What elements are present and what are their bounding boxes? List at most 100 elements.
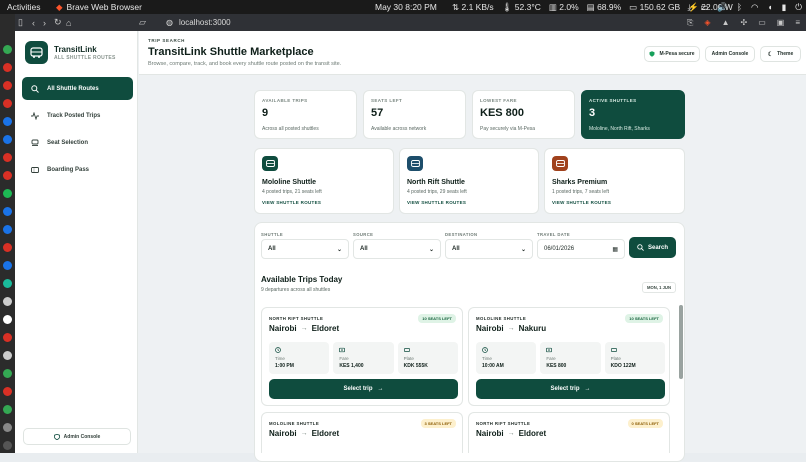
back-icon[interactable]: ‹: [32, 18, 35, 28]
theme-toggle-button[interactable]: ☾ Theme: [760, 46, 801, 62]
dock-app-icon[interactable]: [3, 333, 12, 342]
home-icon[interactable]: ⌂: [66, 18, 71, 28]
bus-icon: [552, 156, 568, 171]
clock[interactable]: May 30 8:20 PM: [375, 2, 437, 12]
sidebar-item-all-shuttle-routes[interactable]: All Shuttle Routes: [22, 77, 133, 100]
forward-icon[interactable]: ›: [43, 18, 46, 28]
dock-app-icon[interactable]: [3, 63, 12, 72]
select-trip-label: Select trip: [343, 386, 373, 392]
shuttle-select[interactable]: All ⌄: [261, 239, 349, 259]
brave-icon: ◆: [56, 1, 63, 12]
travel-date-value: 06/01/2026: [544, 246, 575, 252]
sidebar-icon[interactable]: ▭: [758, 18, 766, 28]
system-tray[interactable]: ⤓ ▭ 🔊 ᛒ ◠ ◖ ▮ ⏻: [688, 2, 802, 13]
brand-name: TransitLink: [54, 44, 97, 54]
dock-app-icon[interactable]: [3, 405, 12, 414]
page-title: TransitLink Shuttle Marketplace: [148, 46, 314, 58]
dock-app-icon[interactable]: [3, 99, 12, 108]
bus-icon: [407, 156, 423, 171]
site-info-icon[interactable]: ◍: [166, 18, 173, 27]
wifi-icon[interactable]: ◠: [751, 2, 758, 13]
battery-icon[interactable]: ▮: [782, 2, 787, 13]
sidebar-toggle-icon[interactable]: ▯: [18, 17, 23, 28]
stat-card-active-shuttles: ACTIVE SHUTTLES 3 Mololine, North Rift, …: [581, 90, 685, 139]
dock-app-icon[interactable]: [3, 243, 12, 252]
chevron-down-icon: ⌄: [520, 246, 526, 253]
trips-scrollbar[interactable]: [679, 305, 683, 379]
available-trips-subtitle: 9 departures across all shuttles: [261, 287, 331, 293]
travel-date-input[interactable]: 06/01/2026 ▦: [537, 239, 625, 259]
view-shuttle-routes-link[interactable]: VIEW SHUTTLE ROUTES: [407, 200, 466, 205]
view-shuttle-routes-link[interactable]: VIEW SHUTTLE ROUTES: [552, 200, 611, 205]
shuttle-card-north-rift[interactable]: North Rift Shuttle 4 posted trips, 29 se…: [399, 148, 539, 214]
dock-app-icon[interactable]: [3, 279, 12, 288]
arrow-right-icon: →: [507, 430, 515, 437]
select-trip-label: Select trip: [550, 386, 580, 392]
trip-shuttle-name: MOLOLINE SHUTTLE: [269, 421, 320, 426]
stat-value: 9: [262, 107, 269, 119]
app-menu[interactable]: ◆ Brave Web Browser: [56, 2, 142, 13]
route-destination: Eldoret: [518, 429, 547, 438]
bus-logo-icon: [25, 41, 48, 64]
admin-console-button[interactable]: Admin Console: [705, 46, 755, 62]
dock-app-icon[interactable]: [3, 315, 12, 324]
arrow-right-icon: →: [377, 386, 384, 392]
bookmark-icon[interactable]: ▱: [139, 17, 146, 28]
dock-app-icon[interactable]: [3, 261, 12, 270]
shuttle-card-sharks-premium[interactable]: Sharks Premium 1 posted trips, 7 seats l…: [544, 148, 685, 214]
dock-app-icon[interactable]: [3, 297, 12, 306]
sidebar-item-boarding-pass[interactable]: Boarding Pass: [22, 158, 133, 181]
activities-button[interactable]: Activities: [7, 2, 41, 12]
time-label: Time: [482, 356, 492, 361]
download-icon[interactable]: ⤓: [688, 2, 692, 13]
search-button[interactable]: Search: [629, 237, 676, 258]
dock-app-icon[interactable]: [3, 351, 12, 360]
dock-app-icon[interactable]: [3, 423, 12, 432]
destination-select[interactable]: All ⌄: [445, 239, 533, 259]
dock-app-icon[interactable]: [3, 45, 12, 54]
dock-app-icon[interactable]: [3, 171, 12, 180]
extensions-icon[interactable]: ✣: [741, 18, 748, 28]
dock-app-icon[interactable]: [3, 81, 12, 90]
browser-actions: ⎘ ◈ ▲ ✣ ▭ ▣ ≡: [687, 18, 800, 28]
volume-icon[interactable]: 🔊: [717, 2, 728, 13]
cpu-usage: ▥ 2.0%: [548, 1, 579, 12]
mpesa-secure-badge[interactable]: M-Pesa secure: [644, 46, 700, 62]
trip-time-box: Time 10:00 AM: [476, 342, 537, 374]
menu-icon[interactable]: ≡: [795, 18, 800, 28]
calendar-icon[interactable]: ▦: [612, 246, 618, 253]
stat-label: LOWEST FARE: [480, 98, 517, 103]
filter-label-travel-date: TRAVEL DATE: [537, 232, 571, 237]
brand[interactable]: TransitLink ALL SHUTTLE ROUTES: [25, 41, 116, 64]
share-icon[interactable]: ⎘: [687, 18, 693, 28]
sidebar-item-seat-selection[interactable]: Seat Selection: [22, 131, 133, 154]
address-bar[interactable]: ◍ localhost:3000: [166, 16, 566, 29]
route-destination: Nakuru: [518, 324, 547, 333]
dock-app-icon[interactable]: [3, 135, 12, 144]
sidebar-item-track-posted-trips[interactable]: Track Posted Trips: [22, 104, 133, 127]
stat-card-available-trips: AVAILABLE TRIPS 9 Across all posted shut…: [254, 90, 357, 139]
power-icon[interactable]: ⏻: [795, 2, 802, 13]
dock-app-icon[interactable]: [3, 207, 12, 216]
seat-icon: [31, 139, 39, 146]
dock-app-icon[interactable]: [3, 225, 12, 234]
view-shuttle-routes-link[interactable]: VIEW SHUTTLE ROUTES: [262, 200, 321, 205]
dock-app-icon[interactable]: [3, 189, 12, 198]
wallet-icon[interactable]: ▣: [777, 18, 785, 28]
bluetooth-icon[interactable]: ᛒ: [737, 2, 742, 12]
dock-app-icon[interactable]: [3, 369, 12, 378]
dock-app-icon[interactable]: [3, 153, 12, 162]
rewards-icon[interactable]: ▲: [722, 18, 730, 28]
shuttle-card-mololine[interactable]: Mololine Shuttle 4 posted trips, 21 seat…: [254, 148, 394, 214]
select-trip-button[interactable]: Select trip →: [476, 379, 665, 399]
brave-shields-icon[interactable]: ◈: [704, 18, 710, 28]
sidebar-admin-console-button[interactable]: Admin Console: [23, 428, 131, 445]
reload-icon[interactable]: ↻: [54, 17, 62, 28]
sound-icon[interactable]: ◖: [767, 2, 772, 12]
dock-app-icon[interactable]: [3, 117, 12, 126]
dock-app-icon[interactable]: [3, 387, 12, 396]
show-apps-icon[interactable]: [3, 441, 12, 450]
window-icon[interactable]: ▭: [700, 2, 708, 13]
source-select[interactable]: All ⌄: [353, 239, 441, 259]
select-trip-button[interactable]: Select trip →: [269, 379, 458, 399]
